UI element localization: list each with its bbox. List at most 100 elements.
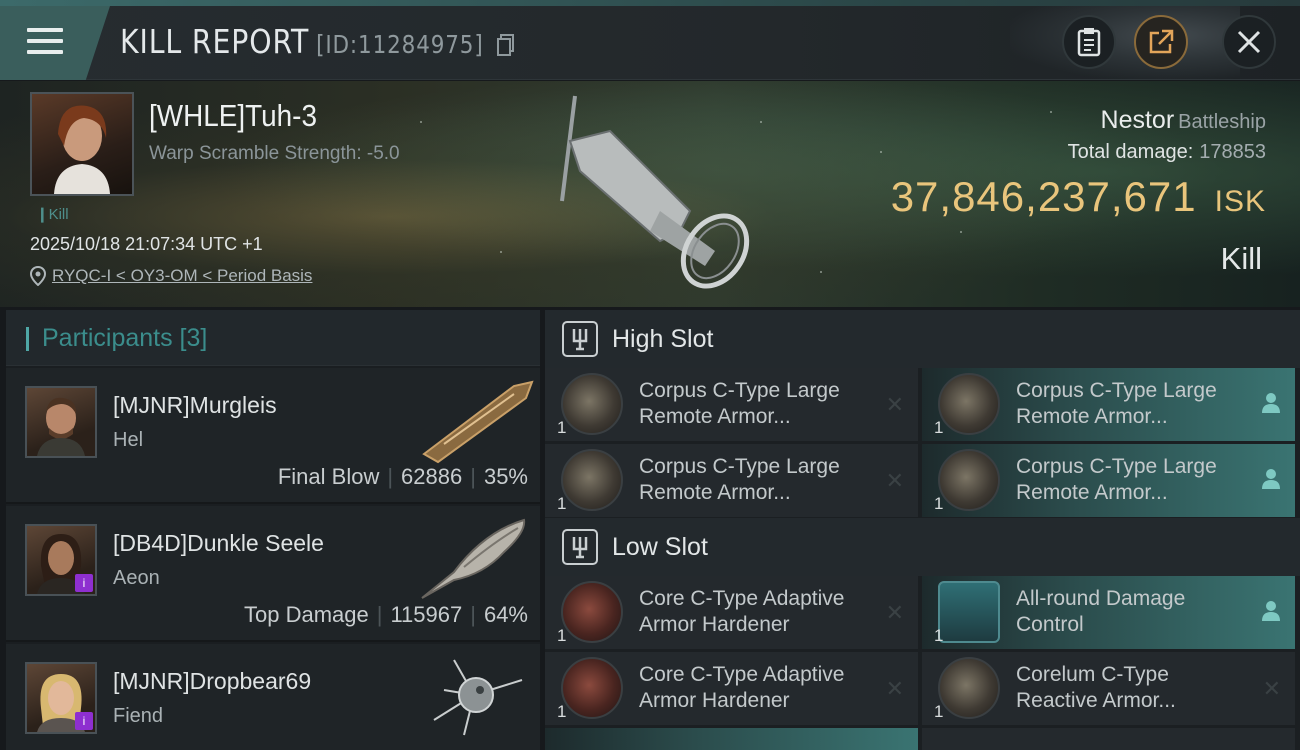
remove-icon[interactable]: ✕ [1263, 676, 1281, 702]
location-link[interactable]: RYQC-I < OY3-OM < Period Basis [30, 266, 312, 286]
isk-amount: 37,846,237,671 [890, 173, 1197, 220]
participant-avatar[interactable] [25, 386, 97, 458]
participant-percent: 35% [483, 464, 528, 489]
module-name: All-round Damage Control [1016, 586, 1246, 638]
participant-damage: 62886 [401, 464, 463, 489]
remove-icon[interactable]: ✕ [886, 600, 904, 626]
participant-row[interactable]: i [MJNR]Dropbear69 Fiend [6, 644, 540, 750]
module-name-line2: Remote Armor... [639, 481, 791, 504]
victim-ship: Nestor Battleship [1101, 106, 1266, 135]
module-item[interactable]: 1 Corpus C-Type Large Remote Armor... ✕ [545, 444, 918, 517]
victim-avatar[interactable] [30, 92, 134, 196]
module-name-line2: Remote Armor... [1016, 481, 1168, 504]
module-item[interactable]: 1 Corpus C-Type Large Remote Armor... [922, 368, 1295, 441]
module-quantity: 1 [557, 418, 567, 437]
remove-icon[interactable]: ✕ [886, 392, 904, 418]
module-name-line1: Corpus C-Type Large [1016, 455, 1217, 478]
module-item-partial[interactable] [922, 728, 1295, 750]
person-icon[interactable] [1261, 468, 1281, 496]
slot-icon [562, 529, 598, 565]
module-icon [561, 657, 623, 719]
module-name-line1: Corpus C-Type Large [639, 455, 840, 478]
participant-name: [DB4D]Dunkle Seele [113, 530, 324, 556]
participant-role: Final Blow [277, 464, 380, 489]
module-name: Corpus C-Type Large Remote Armor... [1016, 454, 1246, 506]
participant-damage: 115967 [390, 602, 463, 627]
participant-ship-image [421, 518, 526, 599]
isk-value: 37,846,237,671 ISK [891, 173, 1266, 221]
participant-ship: Aeon [113, 567, 160, 589]
share-button[interactable] [1134, 15, 1188, 69]
participant-stats: Top Damage | 115967 | 64% [243, 602, 528, 627]
remove-icon[interactable]: ✕ [886, 676, 904, 702]
close-icon [1237, 30, 1261, 54]
module-item[interactable]: 1 All-round Damage Control [922, 576, 1295, 649]
module-quantity: 1 [934, 702, 944, 721]
module-icon [561, 449, 623, 511]
warp-scramble-strength: Warp Scramble Strength: -5.0 [149, 143, 400, 164]
module-item[interactable]: 1 Corpus C-Type Large Remote Armor... [922, 444, 1295, 517]
victim-ship-image [560, 95, 750, 289]
module-name-line1: All-round Damage [1016, 587, 1186, 610]
participant-ship: Fiend [113, 705, 164, 727]
participant-row[interactable]: [MJNR]Murgleis Hel Final Blow | 62886 | 35% [6, 368, 540, 504]
module-name-line1: Corpus C-Type Large [639, 379, 840, 402]
module-item[interactable]: 1 Core C-Type Adaptive Armor Hardener ✕ [545, 576, 918, 649]
total-damage-label: Total damage: [1067, 141, 1194, 163]
copy-icon[interactable] [497, 34, 515, 56]
isk-unit: ISK [1214, 185, 1266, 218]
remove-icon[interactable]: ✕ [886, 468, 904, 494]
location-pin-icon [30, 266, 46, 286]
close-button[interactable] [1222, 15, 1276, 69]
module-name-line2: Armor Hardener [639, 689, 790, 712]
victim-name: [WHLE]Tuh-3 [149, 98, 317, 133]
module-item-partial[interactable] [545, 728, 918, 750]
clipboard-button[interactable] [1062, 15, 1116, 69]
person-icon[interactable] [1261, 600, 1281, 628]
ship-name: Nestor [1100, 106, 1175, 134]
module-item[interactable]: 1 Core C-Type Adaptive Armor Hardener ✕ [545, 652, 918, 725]
module-name-line1: Core C-Type Adaptive [639, 587, 845, 610]
ship-class: Battleship [1178, 111, 1266, 133]
module-name: Corelum C-Type Reactive Armor... [1016, 662, 1246, 714]
module-name-line2: Control [1016, 613, 1084, 636]
module-icon [938, 373, 1000, 435]
participant-ship: Hel [113, 429, 144, 451]
participant-name: [MJNR]Murgleis [113, 392, 277, 418]
module-name-line2: Remote Armor... [639, 405, 791, 428]
participant-role: Top Damage [243, 602, 369, 627]
module-item[interactable]: 1 Corelum C-Type Reactive Armor... ✕ [922, 652, 1295, 725]
participant-avatar[interactable]: i [25, 662, 97, 734]
kill-tag-text: Kill [48, 206, 69, 223]
person-icon[interactable] [1261, 392, 1281, 420]
top-bar: KILL REPORT [ID:11284975] [0, 0, 1300, 80]
module-name: Corpus C-Type Large Remote Armor... [639, 454, 869, 506]
participants-panel: Participants [3] [MJNR]Murgleis Hel Fina… [6, 310, 540, 750]
location-text: RYQC-I < OY3-OM < Period Basis [52, 266, 313, 285]
menu-button[interactable] [0, 6, 110, 80]
participant-ship-image [422, 380, 534, 464]
clipboard-icon [1077, 28, 1101, 57]
module-quantity: 1 [557, 702, 567, 721]
participant-avatar[interactable]: i [25, 524, 97, 596]
share-icon [1149, 29, 1174, 54]
high-slot-title: High Slot [612, 325, 714, 353]
premium-badge-icon: i [75, 712, 93, 730]
participant-row[interactable]: i [DB4D]Dunkle Seele Aeon Top Damage | 115… [6, 506, 540, 642]
low-slot-header: Low Slot [545, 518, 1300, 576]
kill-datetime: 2025/10/18 21:07:34 UTC +1 [30, 234, 263, 254]
participants-title: Participants [3] [42, 324, 208, 352]
slot-icon [562, 321, 598, 357]
module-name: Core C-Type Adaptive Armor Hardener [639, 662, 869, 714]
result-label: Kill [1220, 241, 1262, 276]
module-name-line1: Corpus C-Type Large [1016, 379, 1217, 402]
module-icon [938, 581, 1000, 643]
participants-header: Participants [3] [6, 310, 540, 366]
module-quantity: 1 [934, 494, 944, 513]
report-id: [ID:11284975] [316, 30, 484, 59]
module-name-line2: Reactive Armor... [1016, 689, 1176, 712]
module-quantity: 1 [557, 626, 567, 645]
module-item[interactable]: 1 Corpus C-Type Large Remote Armor... ✕ [545, 368, 918, 441]
page-title: KILL REPORT [ID:11284975] [120, 22, 484, 61]
background-ship-decor [1010, 6, 1240, 80]
